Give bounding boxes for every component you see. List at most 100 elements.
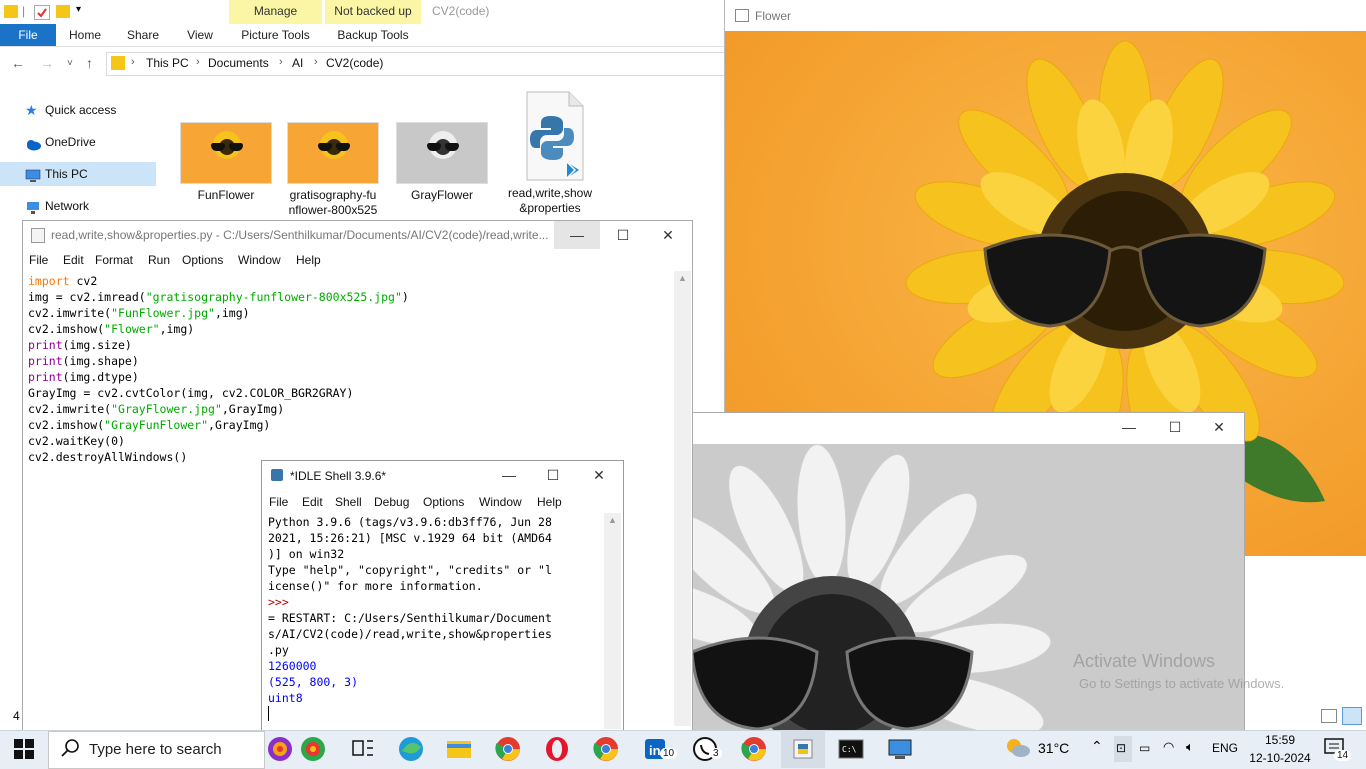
file-item-funflower[interactable]: FunFlower <box>179 122 273 203</box>
file-item-python-script[interactable]: read,write,show &properties <box>503 90 597 216</box>
search-box[interactable]: Type here to search <box>48 731 265 769</box>
windows-start-icon[interactable] <box>14 739 34 762</box>
menu-help[interactable]: Help <box>296 253 321 267</box>
python-idle-icon[interactable] <box>788 735 818 763</box>
minimize-button[interactable]: — <box>554 221 600 249</box>
title-bar[interactable]: — ☐ ✕ <box>692 413 1244 444</box>
menu-run[interactable]: Run <box>148 253 170 267</box>
navigation-pane: ★ Quick access OneDrive This PC Network <box>0 84 158 224</box>
menu-help[interactable]: Help <box>537 495 562 509</box>
details-view-icon[interactable] <box>1321 709 1337 723</box>
sidebar-item-this-pc[interactable]: This PC <box>0 162 156 186</box>
menu-options[interactable]: Options <box>423 495 464 509</box>
linkedin-badge: 10 <box>660 748 678 759</box>
menu-window[interactable]: Window <box>479 495 522 509</box>
input-language[interactable]: ENG <box>1212 741 1238 755</box>
sidebar-item-quick-access[interactable]: ★ Quick access <box>0 98 156 122</box>
rangoli-icon[interactable] <box>299 735 329 763</box>
rangoli-icon[interactable] <box>266 735 296 763</box>
ctx-tab-manage[interactable]: Manage <box>229 0 322 24</box>
task-view-icon[interactable] <box>347 735 377 763</box>
command-prompt-icon[interactable]: C:\ <box>836 735 866 763</box>
volume-icon[interactable]: 🔈︎ <box>1186 739 1194 755</box>
file-item-gratisography[interactable]: gratisography-fu nflower-800x525 <box>286 122 380 218</box>
menu-shell[interactable]: Shell <box>335 495 362 509</box>
properties-icon[interactable] <box>34 5 50 20</box>
minimize-button[interactable]: — <box>1106 413 1152 441</box>
chevron-up-icon[interactable]: ⌃ <box>1091 738 1103 755</box>
forward-arrow-icon[interactable]: → <box>40 55 54 71</box>
shell-line: s/AI/CV2(code)/read,write,show&propertie… <box>268 627 552 641</box>
menu-format[interactable]: Format <box>95 253 133 267</box>
title-bar[interactable]: Flower <box>725 0 1366 31</box>
menu-file[interactable]: File <box>29 253 48 267</box>
title-bar[interactable]: *IDLE Shell 3.9.6* — ☐ ✕ <box>262 461 623 491</box>
up-arrow-icon[interactable]: ↑ <box>86 55 93 71</box>
tab-backup-tools[interactable]: Backup Tools <box>325 24 421 46</box>
weather-temperature[interactable]: 31°C <box>1038 740 1069 756</box>
close-button[interactable]: ✕ <box>645 221 691 249</box>
remote-desktop-icon[interactable] <box>885 735 915 763</box>
network-icon <box>25 199 41 214</box>
breadcrumb-cv2code[interactable]: CV2(code) <box>326 56 383 70</box>
maximize-button[interactable]: ☐ <box>600 221 646 249</box>
menu-file[interactable]: File <box>269 495 288 509</box>
tab-share[interactable]: Share <box>120 24 166 46</box>
sidebar-item-onedrive[interactable]: OneDrive <box>0 130 156 154</box>
code-line: print(img.dtype) <box>28 369 139 385</box>
shell-line: .py <box>268 643 289 657</box>
large-icons-view-icon[interactable] <box>1342 707 1362 725</box>
close-button[interactable]: ✕ <box>1196 413 1242 441</box>
back-arrow-icon[interactable]: ← <box>11 55 25 71</box>
shell-output[interactable]: Python 3.9.6 (tags/v3.9.6:db3ff76, Jun 2… <box>268 514 602 729</box>
breadcrumb-ai[interactable]: AI <box>292 56 303 70</box>
ctx-tab-not-backed-up[interactable]: Not backed up <box>325 0 421 24</box>
edge-browser-icon[interactable] <box>396 735 426 763</box>
tab-view[interactable]: View <box>178 24 222 46</box>
breadcrumb-this-pc[interactable]: This PC <box>146 56 189 70</box>
tab-file[interactable]: File <box>0 24 56 46</box>
minimize-button[interactable]: — <box>486 461 532 489</box>
address-bar[interactable]: › This PC › Documents › AI › CV2(code) <box>106 52 725 76</box>
sidebar-item-network[interactable]: Network <box>0 194 156 218</box>
chrome-profile-icon[interactable] <box>591 735 621 763</box>
close-button[interactable]: ✕ <box>576 461 622 489</box>
tab-picture-tools[interactable]: Picture Tools <box>229 24 322 46</box>
menu-edit[interactable]: Edit <box>63 253 84 267</box>
file-item-grayflower[interactable]: GrayFlower <box>395 122 489 203</box>
menu-window[interactable]: Window <box>238 253 281 267</box>
vertical-scrollbar[interactable]: ▲ <box>604 513 621 729</box>
vertical-scrollbar[interactable]: ▲ <box>674 271 691 726</box>
code-line: import cv2 <box>28 273 97 289</box>
clock-time[interactable]: 15:59 <box>1250 733 1310 747</box>
sidebar-item-label: OneDrive <box>45 135 96 149</box>
code-line: cv2.destroyAllWindows() <box>28 449 187 465</box>
chrome-icon[interactable] <box>493 735 523 763</box>
sidebar-item-label: Network <box>45 199 90 213</box>
recent-locations-icon[interactable]: ˅ <box>67 58 73 69</box>
opera-icon[interactable] <box>542 735 572 763</box>
folder-icon[interactable] <box>4 5 18 18</box>
clock-date[interactable]: 12-10-2024 <box>1243 751 1317 765</box>
menu-debug[interactable]: Debug <box>374 495 409 509</box>
weather-icon[interactable] <box>1004 736 1032 763</box>
menu-options[interactable]: Options <box>182 253 223 267</box>
battery-icon[interactable]: ▭ <box>1139 741 1150 755</box>
wifi-icon[interactable]: ◠ <box>1163 739 1174 755</box>
chrome-icon[interactable] <box>739 735 769 763</box>
tab-home[interactable]: Home <box>62 24 108 46</box>
maximize-button[interactable]: ☐ <box>530 461 576 489</box>
shell-prompt: >>> <box>268 595 289 609</box>
file-explorer-icon[interactable] <box>444 735 474 763</box>
maximize-button[interactable]: ☐ <box>1152 413 1198 441</box>
scroll-up-icon[interactable]: ▲ <box>678 273 687 283</box>
menu-edit[interactable]: Edit <box>302 495 323 509</box>
title-bar[interactable]: read,write,show&properties.py - C:/Users… <box>23 221 692 249</box>
chevron-down-icon[interactable]: ▾ <box>76 4 81 15</box>
cloud-icon <box>25 135 41 151</box>
scroll-up-icon[interactable]: ▲ <box>608 515 617 525</box>
code-line: cv2.waitKey(0) <box>28 433 125 449</box>
video-call-icon[interactable]: ⊡ <box>1116 741 1126 755</box>
new-folder-icon[interactable] <box>56 5 70 18</box>
breadcrumb-documents[interactable]: Documents <box>208 56 269 70</box>
